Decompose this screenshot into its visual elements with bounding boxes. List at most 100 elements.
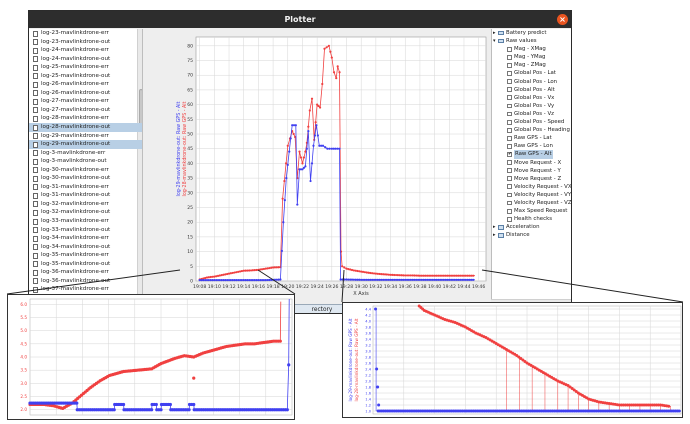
tree-leaf[interactable]: Global Pos - Vy xyxy=(492,102,571,110)
checkbox[interactable] xyxy=(507,103,512,109)
file-list-item[interactable]: log-29-mavlinkdrone-out xyxy=(29,140,142,149)
zoom-chart-left: 6.0 5.5 5.0 4.5 4.0 3.5 3.0 2.5 2.0 xyxy=(20,298,293,416)
file-list-item[interactable]: log-28-mavlinkdrone-out xyxy=(29,123,142,132)
checkbox[interactable] xyxy=(507,168,512,174)
tree-leaf[interactable]: Max Speed Request xyxy=(492,207,571,215)
tree-node[interactable]: ▸ Battery predict xyxy=(492,29,571,37)
file-icon xyxy=(33,30,38,37)
file-list-item[interactable]: log-30-mavlinkdrone-out xyxy=(29,174,142,183)
tree-leaf[interactable]: Velocity Request - VZ xyxy=(492,199,571,207)
tree-node[interactable]: ▸ Acceleration xyxy=(492,223,571,231)
file-list-item[interactable]: log-31-mavlinkdrone-err xyxy=(29,183,142,192)
file-icon xyxy=(33,184,38,191)
file-list-item[interactable]: log-26-mavlinkdrone-err xyxy=(29,80,142,89)
file-list-item[interactable]: log-37-mavlinkdrone-err xyxy=(29,285,142,294)
checkbox[interactable] xyxy=(507,127,512,133)
red-series-point xyxy=(238,270,242,273)
tree-leaf[interactable]: Raw GPS - Lat xyxy=(492,134,571,142)
tree-leaf[interactable]: Global Pos - Speed xyxy=(492,118,571,126)
file-list-item[interactable]: log-31-mavlinkdrone-out xyxy=(29,191,142,200)
checkbox[interactable] xyxy=(507,119,512,125)
checkbox[interactable] xyxy=(507,208,512,214)
tree-leaf[interactable]: Raw GPS - Lon xyxy=(492,142,571,150)
tree-leaf[interactable]: ✔ Raw GPS - Alt xyxy=(492,150,571,159)
tree-leaf[interactable]: Global Pos - Vx xyxy=(492,94,571,102)
file-list-item[interactable]: log-32-mavlinkdrone-out xyxy=(29,208,142,217)
checkbox[interactable] xyxy=(507,135,512,141)
file-list-item[interactable]: log-30-mavlinkdrone-err xyxy=(29,166,142,175)
tree-leaf[interactable]: Move Request - Y xyxy=(492,167,571,175)
checkbox[interactable] xyxy=(507,184,512,190)
y-tick-label: 1.4 xyxy=(365,397,371,401)
checkbox[interactable] xyxy=(507,63,512,68)
checkbox[interactable] xyxy=(507,54,512,60)
signal-tree[interactable]: ▸ Battery predict ▾ Raw values Mag - XMag Mag… xyxy=(491,29,571,299)
checkbox[interactable] xyxy=(507,79,512,85)
file-list-item[interactable]: log-26-mavlinkdrone-out xyxy=(29,89,142,98)
blue-series-point xyxy=(321,144,325,147)
file-list-item-label: log-30-mavlinkdrone-out xyxy=(41,175,111,182)
tree-leaf[interactable]: Mag - YMag xyxy=(492,53,571,61)
file-list-item[interactable]: log-27-mavlinkdrone-err xyxy=(29,97,142,106)
tree-leaf[interactable]: Global Pos - Vz xyxy=(492,110,571,118)
tree-node[interactable]: ▸ Distance xyxy=(492,231,571,239)
checkbox[interactable] xyxy=(507,160,512,165)
tree-leaf[interactable]: Global Pos - Heading xyxy=(492,126,571,134)
file-list-item[interactable]: log-24-mavlinkdrone-err xyxy=(29,46,142,55)
tree-leaf[interactable]: Global Pos - Lat xyxy=(492,69,571,77)
checkbox[interactable] xyxy=(507,144,512,149)
tree-leaf[interactable]: Global Pos - Lon xyxy=(492,78,571,86)
file-list-item[interactable]: log-23-mavlinkdrone-err xyxy=(29,29,142,38)
tree-leaf[interactable]: Move Request - X xyxy=(492,159,571,167)
file-list-item[interactable]: log-35-mavlinkdrone-err xyxy=(29,251,142,260)
checkbox[interactable] xyxy=(507,71,512,76)
tree-leaf[interactable]: Mag - XMag xyxy=(492,45,571,53)
file-list-item[interactable]: log-28-mavlinkdrone-err xyxy=(29,114,142,123)
tree-leaf[interactable]: Health checks xyxy=(492,215,571,223)
tree-node[interactable]: ▾ Raw values xyxy=(492,37,571,45)
file-icon xyxy=(33,39,38,46)
file-list-item[interactable]: log-25-mavlinkdrone-out xyxy=(29,72,142,81)
checkbox[interactable] xyxy=(507,111,512,117)
file-list-item[interactable]: log-36-mavlinkdrone-out xyxy=(29,277,142,286)
checkbox[interactable] xyxy=(507,46,512,52)
folder-icon xyxy=(498,30,504,36)
file-list-item[interactable]: log-33-mavlinkdrone-out xyxy=(29,226,142,235)
checkbox[interactable] xyxy=(507,95,512,101)
plot-area[interactable]: 0 5 10 15 20 25 30 35 40 45 50 55 60 65 70 75 80 19:08 19:… xyxy=(144,29,490,305)
file-list-item[interactable]: log-29-mavlinkdrone-err xyxy=(29,132,142,141)
red-series-point xyxy=(268,266,271,270)
checkbox[interactable] xyxy=(507,87,512,93)
checkbox[interactable]: ✔ xyxy=(507,152,512,157)
file-list-item[interactable]: log-25-mavlinkdrone-err xyxy=(29,63,142,72)
tree-leaf[interactable]: Move Request - Z xyxy=(492,175,571,183)
file-list-item[interactable]: log-32-mavlinkdrone-err xyxy=(29,200,142,209)
file-list-item[interactable]: log-23-mavlinkdrone-out xyxy=(29,38,142,47)
file-list-item[interactable]: log-34-mavlinkdrone-out xyxy=(29,243,142,252)
zoom-panel-right: 4.4 4.2 4.0 3.8 3.6 3.4 3.2 3.0 2.8 2.6 2.4 2.2 2.0 1… xyxy=(342,302,683,418)
checkbox[interactable] xyxy=(507,176,512,182)
file-list-item[interactable]: log-3-mavlinkdrone-err xyxy=(29,149,142,158)
tree-leaf[interactable]: Velocity Request - VX xyxy=(492,183,571,191)
y-tick-label: 2.4 xyxy=(365,367,371,371)
folder-icon xyxy=(498,233,504,238)
x-tick-label: 19:24 xyxy=(311,284,324,290)
checkbox[interactable] xyxy=(507,192,512,198)
file-list-item[interactable]: log-24-mavlinkdrone-out xyxy=(29,55,142,64)
checkbox[interactable] xyxy=(507,200,512,206)
tree-leaf[interactable]: Global Pos - Alt xyxy=(492,86,571,94)
checkbox[interactable] xyxy=(507,216,512,222)
file-list-item[interactable]: log-3-mavlinkdrone-out xyxy=(29,157,142,166)
close-icon[interactable]: × xyxy=(557,14,568,25)
file-list[interactable]: log-23-mavlinkdrone-err log-23-mavlinkdro… xyxy=(29,29,143,299)
tree-leaf[interactable]: Mag - ZMag xyxy=(492,61,571,69)
file-list-item[interactable]: log-34-mavlinkdrone-err xyxy=(29,234,142,243)
file-list-item[interactable]: log-33-mavlinkdrone-err xyxy=(29,217,142,226)
file-list-item[interactable]: log-27-mavlinkdrone-out xyxy=(29,106,142,115)
file-list-item[interactable]: log-36-mavlinkdrone-err xyxy=(29,268,142,277)
tree-leaf[interactable]: Velocity Request - VY xyxy=(492,191,571,199)
y-tick-label: 2.6 xyxy=(365,361,371,365)
red-series-point xyxy=(343,266,346,269)
red-series-point xyxy=(325,46,328,49)
file-list-item[interactable]: log-35-mavlinkdrone-out xyxy=(29,260,142,269)
